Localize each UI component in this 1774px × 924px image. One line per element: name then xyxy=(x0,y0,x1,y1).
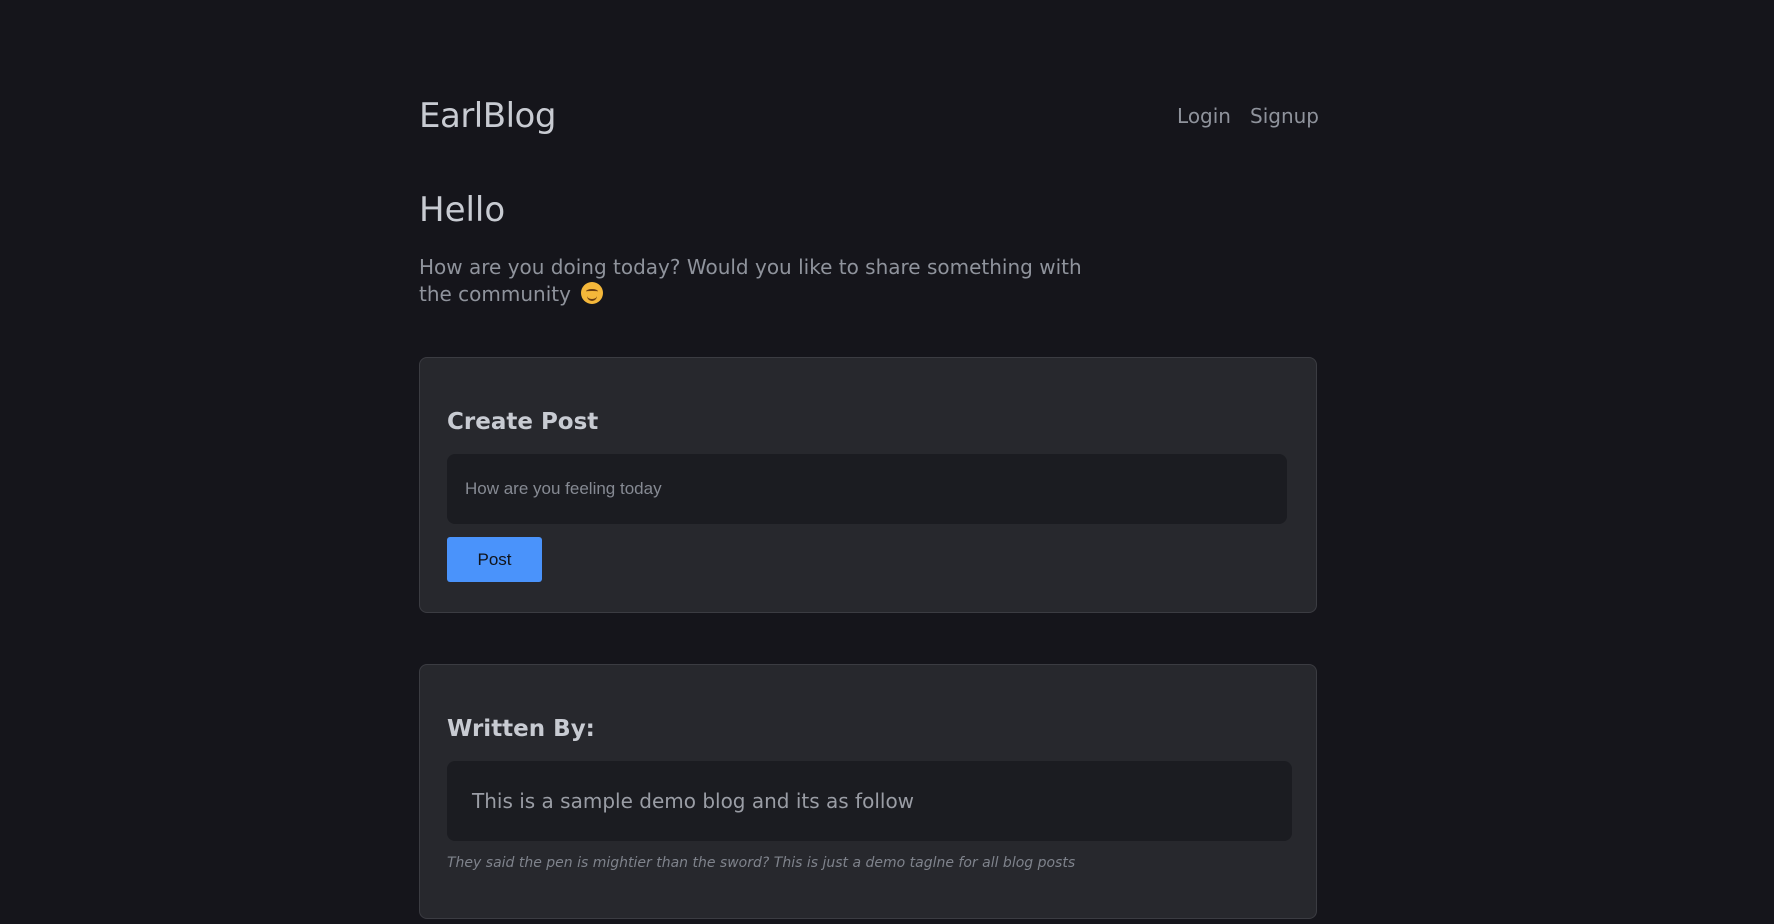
hugging-face-emoji-icon xyxy=(581,282,604,304)
signup-link[interactable]: Signup xyxy=(1250,104,1319,128)
create-post-card: Create Post Post xyxy=(419,357,1317,613)
login-link[interactable]: Login xyxy=(1177,104,1231,128)
site-header: EarlBlog Login Signup xyxy=(419,96,1319,140)
hero-text: How are you doing today? Would you like … xyxy=(419,254,1119,308)
header-nav: Login Signup xyxy=(1177,104,1319,128)
post-input[interactable] xyxy=(447,454,1287,524)
hero-text-content: How are you doing today? Would you like … xyxy=(419,255,1082,306)
post-tagline: They said the pen is mightier than the s… xyxy=(447,855,1076,871)
create-post-title: Create Post xyxy=(447,409,599,435)
site-brand[interactable]: EarlBlog xyxy=(419,96,556,136)
blog-post-card: Written By: This is a sample demo blog a… xyxy=(419,664,1317,919)
post-button[interactable]: Post xyxy=(447,537,542,582)
post-author-heading: Written By: xyxy=(447,716,595,742)
post-body: This is a sample demo blog and its as fo… xyxy=(447,761,1292,841)
hero-title: Hello xyxy=(419,190,506,230)
